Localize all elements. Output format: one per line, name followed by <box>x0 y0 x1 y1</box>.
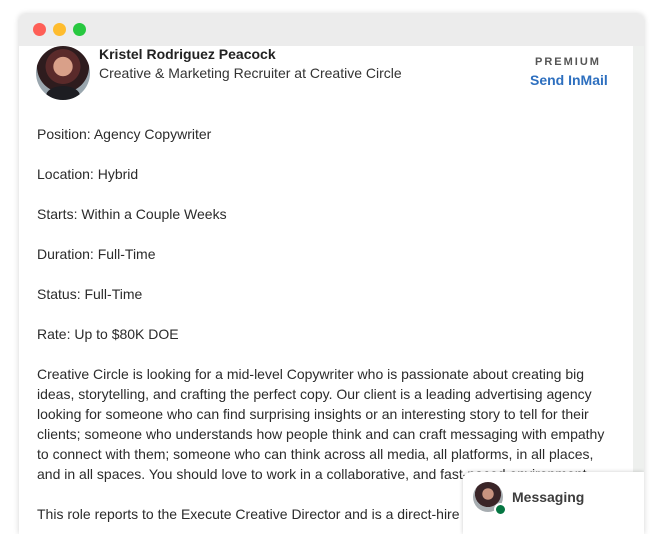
recruiter-name[interactable]: Kristel Rodriguez Peacock <box>99 46 276 62</box>
scrollbar[interactable] <box>633 46 644 534</box>
browser-window: Kristel Rodriguez Peacock Creative & Mar… <box>19 14 644 534</box>
online-status-icon <box>494 503 507 516</box>
job-starts: Starts: Within a Couple Weeks <box>37 206 227 222</box>
job-duration: Duration: Full-Time <box>37 246 156 262</box>
close-window-button[interactable] <box>33 23 46 36</box>
messaging-label: Messaging <box>512 489 585 505</box>
job-location: Location: Hybrid <box>37 166 139 182</box>
window-titlebar <box>19 14 644 46</box>
job-status: Status: Full-Time <box>37 286 143 302</box>
messaging-widget[interactable]: Messaging <box>463 472 644 534</box>
job-rate: Rate: Up to $80K DOE <box>37 326 179 342</box>
minimize-window-button[interactable] <box>53 23 66 36</box>
job-position: Position: Agency Copywriter <box>37 126 212 142</box>
recruiter-header: Kristel Rodriguez Peacock Creative & Mar… <box>19 46 633 108</box>
recruiter-avatar[interactable] <box>36 46 90 100</box>
avatar-shirt <box>46 86 80 100</box>
premium-badge: PREMIUM <box>535 56 601 68</box>
send-inmail-button[interactable]: Send InMail <box>530 72 608 88</box>
job-summary: Creative Circle is looking for a mid-lev… <box>37 366 605 482</box>
recruiter-headline: Creative & Marketing Recruiter at Creati… <box>99 65 402 81</box>
maximize-window-button[interactable] <box>73 23 86 36</box>
